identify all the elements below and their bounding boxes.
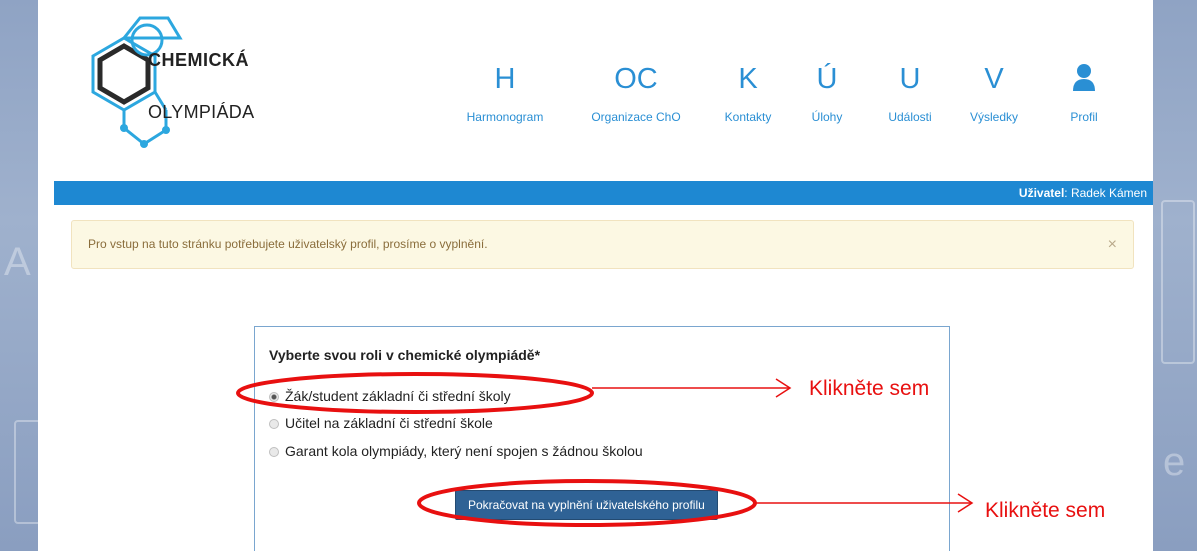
continue-button[interactable]: Pokračovat na vyplnění uživatelského pro… bbox=[455, 490, 718, 520]
profile-required-alert: Pro vstup na tuto stránku potřebujete už… bbox=[71, 220, 1134, 269]
annotation-label: Klikněte sem bbox=[809, 377, 930, 400]
role-option-guarantor[interactable]: Garant kola olympiády, který není spojen… bbox=[269, 443, 643, 459]
nav-label: Harmonogram bbox=[466, 110, 544, 124]
close-icon[interactable]: × bbox=[1108, 221, 1117, 268]
radio-button[interactable] bbox=[269, 447, 279, 457]
nav-letter: Ú bbox=[816, 63, 838, 95]
background-decoration: A bbox=[4, 240, 31, 284]
user-name[interactable]: : Radek Kámen bbox=[1064, 186, 1147, 200]
alert-text: Pro vstup na tuto stránku potřebujete už… bbox=[88, 237, 488, 251]
role-option-label: Garant kola olympiády, který není spojen… bbox=[285, 443, 643, 459]
role-selection-form: Vyberte svou roli v chemické olympiádě* … bbox=[254, 326, 950, 551]
nav-letter: K bbox=[738, 63, 758, 95]
nav-item-kontakty[interactable]: K Kontakty bbox=[718, 62, 778, 124]
nav-item-profil[interactable]: Profil bbox=[1056, 62, 1112, 124]
role-option-label: Učitel na základní či střední škole bbox=[285, 415, 493, 431]
role-option-label: Žák/student základní či střední školy bbox=[285, 388, 511, 404]
radio-button[interactable] bbox=[269, 419, 279, 429]
form-title: Vyberte svou roli v chemické olympiádě* bbox=[269, 347, 541, 363]
logo-text-line2: OLYMPIÁDA bbox=[148, 102, 255, 122]
nav-item-vysledky[interactable]: V Výsledky bbox=[964, 62, 1024, 124]
nav-label: Úlohy bbox=[811, 110, 843, 124]
nav-item-ulohy[interactable]: Ú Úlohy bbox=[804, 62, 850, 124]
nav-label: Výsledky bbox=[969, 110, 1019, 124]
nav-label: Organizace ChO bbox=[591, 110, 681, 124]
background-decoration: e bbox=[1163, 440, 1186, 484]
molecule-logo-icon bbox=[91, 16, 183, 148]
site-logo[interactable]: CHEMICKÁ OLYMPIÁDA bbox=[60, 10, 290, 160]
role-option-student[interactable]: Žák/student základní či střední školy bbox=[269, 388, 511, 404]
logo-text-line1: CHEMICKÁ bbox=[148, 50, 249, 70]
user-bar-label: Uživatel bbox=[1018, 186, 1065, 200]
user-icon bbox=[1056, 62, 1112, 96]
nav-letter: OC bbox=[614, 63, 658, 95]
nav-label: Události bbox=[888, 110, 932, 124]
nav-label: Profil bbox=[1070, 110, 1098, 124]
background-decoration bbox=[1161, 200, 1195, 364]
user-bar: Uživatel: Radek Kámen bbox=[54, 181, 1153, 205]
nav-item-harmonogram[interactable]: H Harmonogram bbox=[460, 62, 550, 124]
annotation-label: Klikněte sem bbox=[985, 499, 1106, 522]
background-left-strip: A bbox=[0, 0, 48, 551]
page: CHEMICKÁ OLYMPIÁDA H Harmonogram OC Orga… bbox=[38, 0, 1153, 551]
role-option-teacher[interactable]: Učitel na základní či střední škole bbox=[269, 415, 493, 431]
nav-label: Kontakty bbox=[724, 110, 772, 124]
background-right-strip: e bbox=[1153, 0, 1197, 551]
nav-item-udalosti[interactable]: U Události bbox=[882, 62, 938, 124]
nav-letter: U bbox=[899, 63, 921, 95]
nav-item-organizace[interactable]: OC Organizace ChO bbox=[586, 62, 686, 124]
radio-button-checked[interactable] bbox=[269, 392, 279, 402]
nav-letter: V bbox=[984, 63, 1004, 95]
nav-letter: H bbox=[494, 63, 516, 95]
